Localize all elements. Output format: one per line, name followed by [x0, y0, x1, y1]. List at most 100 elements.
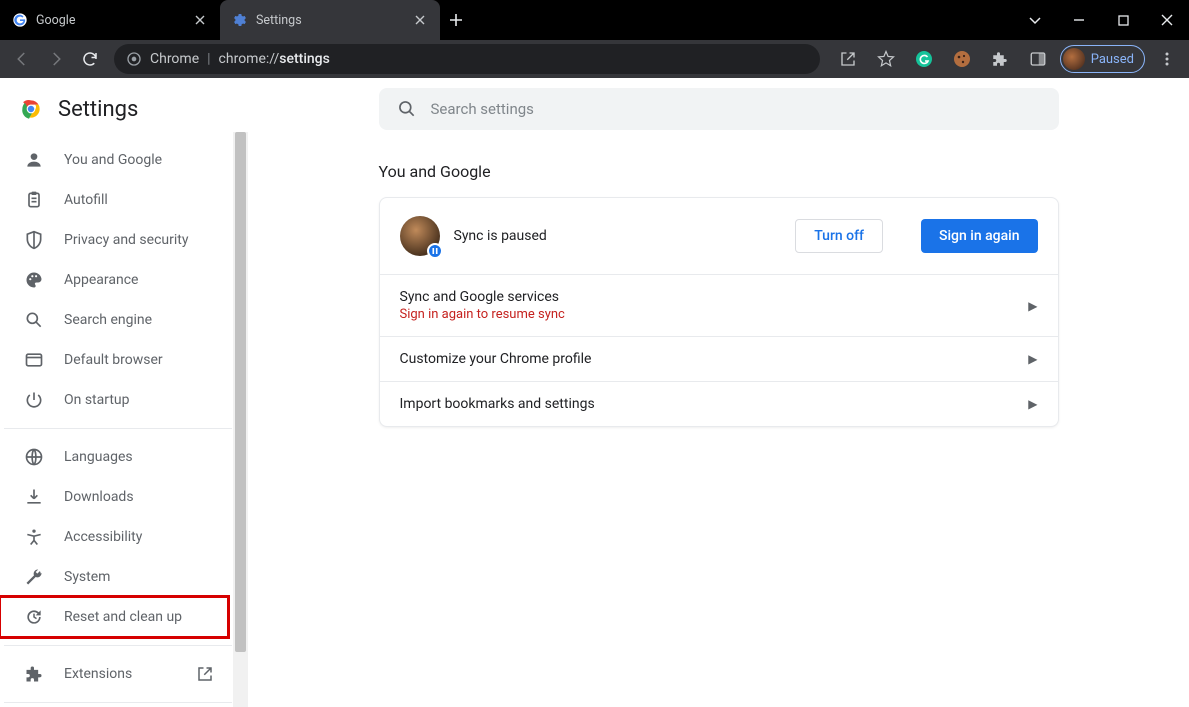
sidepanel-icon[interactable] — [1022, 44, 1054, 74]
sidebar-item-label: Default browser — [64, 352, 163, 368]
sidebar-item-label: Languages — [64, 449, 133, 465]
row-title: Import bookmarks and settings — [400, 396, 1029, 412]
sidebar-item-reset-and-clean-up[interactable]: Reset and clean up — [0, 597, 228, 637]
close-icon[interactable] — [192, 12, 208, 28]
sidebar-item-you-and-google[interactable]: You and Google — [4, 140, 232, 180]
open-in-new-icon — [196, 665, 214, 683]
sidebar-item-accessibility[interactable]: Accessibility — [4, 517, 232, 557]
profile-chip[interactable]: Paused — [1060, 45, 1145, 73]
sidebar-item-extensions[interactable]: Extensions — [4, 654, 232, 694]
sidebar-item-downloads[interactable]: Downloads — [4, 477, 232, 517]
bookmark-icon[interactable] — [870, 44, 902, 74]
settings-favicon — [232, 12, 248, 28]
sidebar-item-privacy-and-security[interactable]: Privacy and security — [4, 220, 232, 260]
extension-cookie-icon[interactable] — [946, 44, 978, 74]
power-icon — [24, 390, 44, 410]
chevron-right-icon: ▶ — [1028, 352, 1037, 366]
browser-toolbar: Chrome | chrome://settings Paused — [0, 40, 1189, 78]
sidebar-item-label: You and Google — [64, 152, 162, 168]
customize-profile-row[interactable]: Customize your Chrome profile ▶ — [380, 336, 1058, 381]
chevron-right-icon: ▶ — [1028, 397, 1037, 411]
download-icon — [24, 487, 44, 507]
sidebar-item-default-browser[interactable]: Default browser — [4, 340, 232, 380]
palette-icon — [24, 270, 44, 290]
maximize-button[interactable] — [1101, 15, 1145, 26]
turn-off-button[interactable]: Turn off — [795, 219, 883, 253]
sync-paused-badge-icon — [427, 243, 443, 259]
extension-grammarly-icon[interactable] — [908, 44, 940, 74]
sidebar-item-label: System — [64, 569, 110, 585]
sign-in-again-button[interactable]: Sign in again — [921, 219, 1038, 253]
tab-label: Settings — [256, 13, 404, 28]
sidebar-item-label: Downloads — [64, 489, 134, 505]
sync-card: Sync is paused Turn off Sign in again Sy… — [379, 197, 1059, 427]
sidebar-item-appearance[interactable]: Appearance — [4, 260, 232, 300]
globe-icon — [24, 447, 44, 467]
extensions-icon[interactable] — [984, 44, 1016, 74]
sidebar-item-system[interactable]: System — [4, 557, 232, 597]
extension-icon — [24, 664, 44, 684]
row-subtitle: Sign in again to resume sync — [400, 307, 1029, 322]
scrollbar[interactable] — [233, 132, 248, 707]
url-display: chrome://settings — [219, 51, 330, 67]
window-controls — [1013, 0, 1189, 40]
wrench-icon — [24, 567, 44, 587]
sidebar-item-label: Autofill — [64, 192, 108, 208]
sidebar-item-autofill[interactable]: Autofill — [4, 180, 232, 220]
page-title: Settings — [58, 97, 138, 122]
restore-icon — [24, 607, 44, 627]
sidebar-item-label: Privacy and security — [64, 232, 188, 248]
sidebar-item-languages[interactable]: Languages — [4, 437, 232, 477]
import-bookmarks-row[interactable]: Import bookmarks and settings ▶ — [380, 381, 1058, 426]
accessibility-icon — [24, 527, 44, 547]
search-icon — [397, 99, 417, 119]
chevron-down-icon[interactable] — [1013, 13, 1057, 27]
tab-google[interactable]: Google — [0, 0, 220, 40]
separator: | — [207, 51, 210, 67]
sidebar: Settings You and Google Autofill Privacy a… — [0, 78, 248, 707]
clipboard-icon — [24, 190, 44, 210]
sidebar-item-label: Reset and clean up — [64, 609, 182, 625]
address-bar[interactable]: Chrome | chrome://settings — [114, 44, 820, 74]
sync-status-row: Sync is paused Turn off Sign in again — [380, 198, 1058, 274]
back-button[interactable] — [6, 44, 38, 74]
section-title: You and Google — [379, 162, 1059, 181]
tab-label: Google — [36, 13, 184, 28]
security-label: Chrome — [150, 51, 199, 67]
shield-icon — [24, 230, 44, 250]
browser-tabs: Google Settings — [0, 0, 1013, 40]
close-window-button[interactable] — [1145, 14, 1189, 26]
forward-button[interactable] — [40, 44, 72, 74]
person-icon — [24, 150, 44, 170]
minimize-button[interactable] — [1057, 14, 1101, 26]
row-title: Sync and Google services — [400, 289, 1029, 305]
sidebar-item-label: On startup — [64, 392, 130, 408]
browser-icon — [24, 350, 44, 370]
sidebar-item-label: Accessibility — [64, 529, 142, 545]
new-tab-button[interactable] — [440, 0, 472, 40]
search-input[interactable] — [431, 100, 1041, 118]
scrollbar-thumb[interactable] — [235, 132, 246, 652]
window-titlebar: Google Settings — [0, 0, 1189, 40]
settings-search[interactable] — [379, 88, 1059, 130]
chevron-right-icon: ▶ — [1028, 299, 1037, 313]
avatar — [400, 216, 440, 256]
chrome-logo-icon — [18, 96, 44, 122]
settings-brand: Settings — [0, 78, 248, 140]
main-content: You and Google Sync is paused Turn off S… — [248, 78, 1189, 707]
tab-settings[interactable]: Settings — [220, 0, 440, 40]
sidebar-item-label: Search engine — [64, 312, 152, 328]
profile-status: Paused — [1091, 52, 1134, 67]
security-icon — [126, 51, 142, 67]
reload-button[interactable] — [74, 44, 106, 74]
sidebar-item-on-startup[interactable]: On startup — [4, 380, 232, 420]
menu-icon[interactable] — [1151, 44, 1183, 74]
sidebar-item-label: Appearance — [64, 272, 138, 288]
google-favicon — [12, 12, 28, 28]
search-icon — [24, 310, 44, 330]
sidebar-item-search-engine[interactable]: Search engine — [4, 300, 232, 340]
sync-services-row[interactable]: Sync and Google services Sign in again t… — [380, 274, 1058, 336]
close-icon[interactable] — [412, 12, 428, 28]
sidebar-item-label: Extensions — [64, 666, 132, 682]
share-icon[interactable] — [832, 44, 864, 74]
